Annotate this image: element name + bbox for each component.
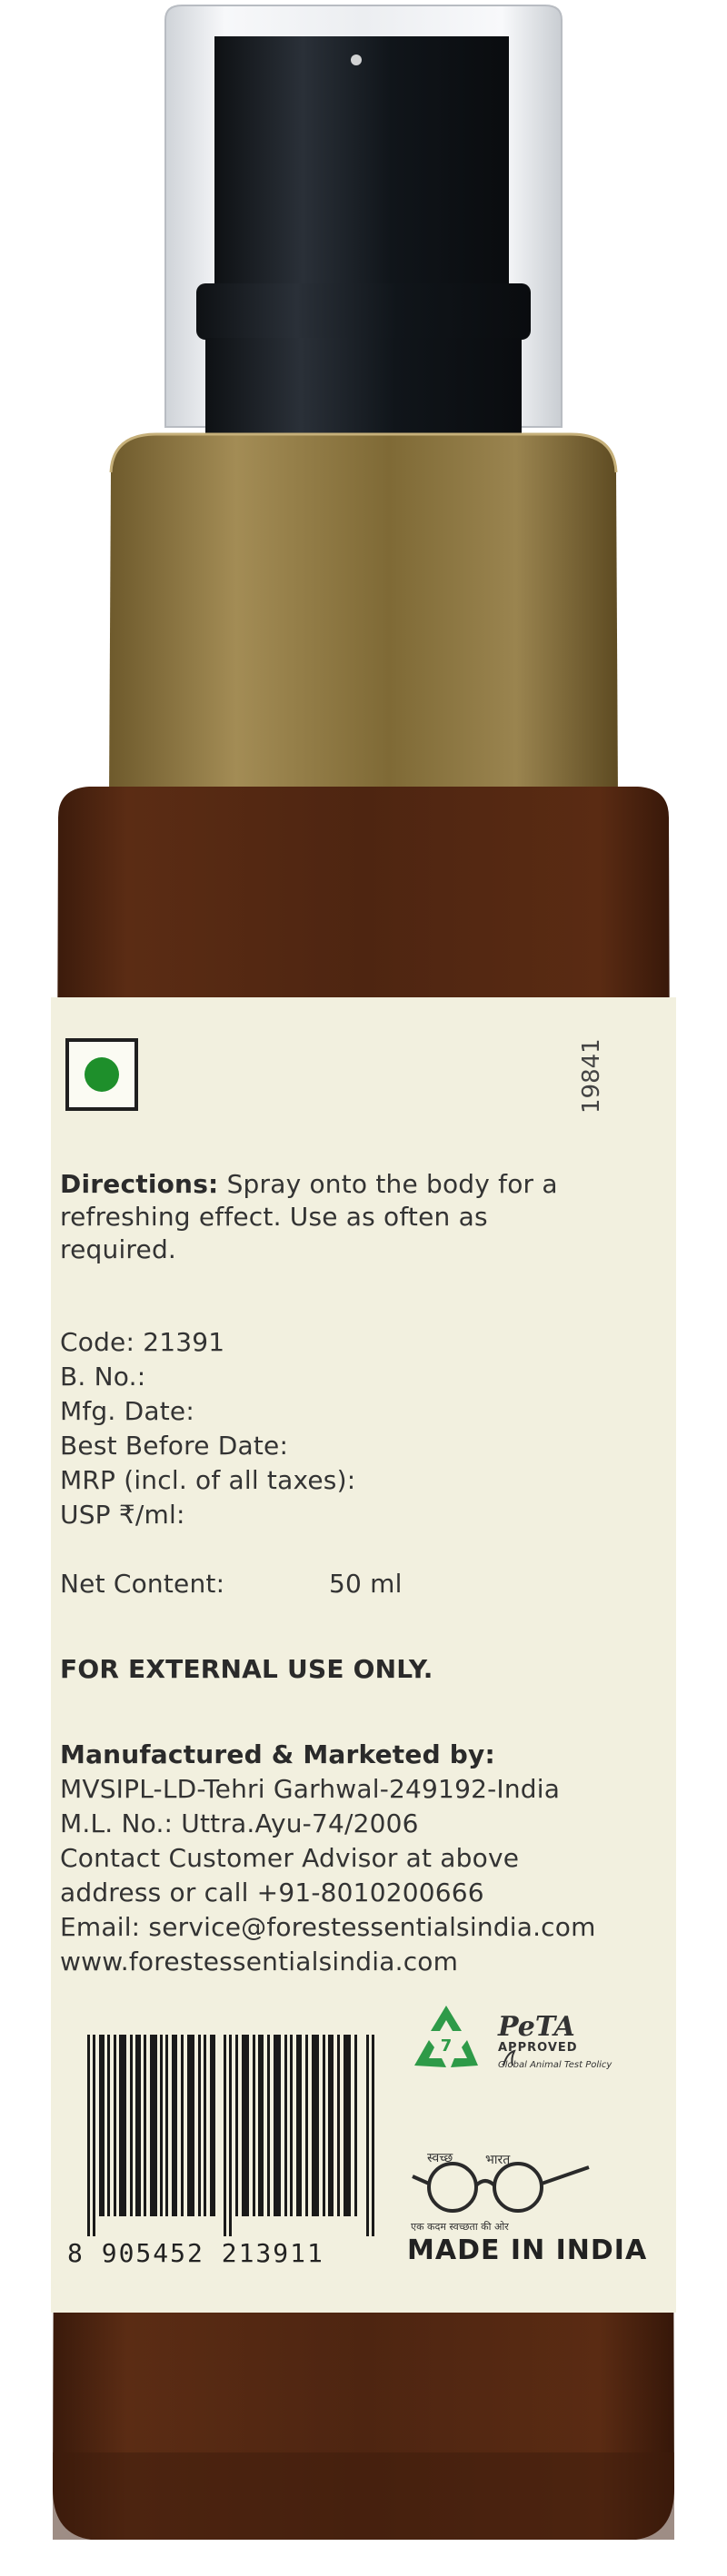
swachh-tagline: एक कदम स्वच्छता की ओर	[411, 2221, 509, 2233]
code-line: Code: 21391	[60, 1327, 225, 1357]
net-content-label: Net Content:	[60, 1569, 225, 1599]
veg-mark-icon	[65, 1038, 138, 1111]
mrp-line: MRP (incl. of all taxes):	[60, 1465, 356, 1495]
net-content-value: 50 ml	[329, 1569, 403, 1599]
directions-heading: Directions:	[60, 1169, 219, 1199]
mfg-date-line: Mfg. Date:	[60, 1396, 194, 1426]
swachh-text: स्वच्छ	[427, 2151, 453, 2165]
green-dot	[85, 1057, 119, 1092]
manufacturer-website: www.forestessentialsindia.com	[60, 1947, 459, 1977]
directions-line1: Directions: Spray onto the body for a	[60, 1168, 558, 1201]
bunny-icon	[503, 2049, 516, 2066]
barcode-number: 8 905452 213911	[67, 2238, 324, 2268]
usp-line: USP ₹/ml:	[60, 1500, 185, 1530]
directions-text2: refreshing effect. Use as often as	[60, 1202, 488, 1232]
bharat-text: भारत	[485, 2153, 511, 2167]
recycle-number: 7	[441, 2036, 453, 2056]
batch-code-vertical: 19841	[578, 1038, 605, 1114]
made-in-india: MADE IN INDIA	[407, 2234, 648, 2266]
manufacturer-heading: Manufactured & Marketed by:	[60, 1739, 495, 1769]
manufacturer-email: Email: service@forestessentialsindia.com	[60, 1912, 596, 1942]
manufacturer-line4: address or call +91-8010200666	[60, 1878, 484, 1907]
directions-text3: required.	[60, 1234, 177, 1264]
manufacturer-line1: MVSIPL-LD-Tehri Garhwal-249192-India	[60, 1774, 561, 1804]
batch-no-line: B. No.:	[60, 1362, 146, 1392]
barcode	[87, 2035, 374, 2236]
peta-logo: PeTA	[498, 2011, 575, 2043]
recycle-icon: 7	[414, 2006, 478, 2067]
manufacturer-line2: M.L. No.: Uttra.Ayu-74/2006	[60, 1808, 419, 1838]
best-before-line: Best Before Date:	[60, 1431, 289, 1461]
directions-text1: Spray onto the body for a	[226, 1169, 558, 1199]
external-use-warning: FOR EXTERNAL USE ONLY.	[60, 1654, 433, 1684]
manufacturer-line3: Contact Customer Advisor at above	[60, 1843, 520, 1873]
